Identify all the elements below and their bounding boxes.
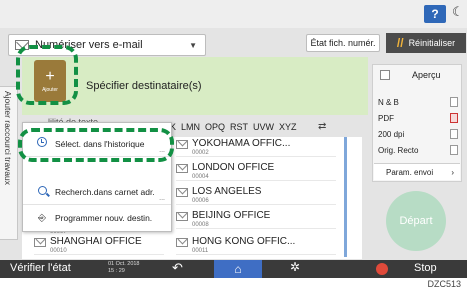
shortcut-side-tab-label: Ajouter raccourci travaux: [3, 91, 13, 186]
setting-format-label: PDF: [378, 113, 394, 123]
entry-number: 00004: [192, 174, 209, 180]
entry-name: YOKOHAMA OFFIC...: [192, 138, 291, 149]
date-text: 01 Oct. 2018: [108, 261, 140, 267]
setting-color-label: N & B: [378, 97, 399, 107]
clock-display: 01 Oct. 2018 15 : 29: [108, 261, 140, 275]
back-icon[interactable]: ↶: [172, 260, 183, 276]
start-button[interactable]: Départ: [386, 191, 446, 251]
chevron-down-icon: ▼: [189, 41, 197, 50]
sort-icon[interactable]: ⇄: [318, 121, 326, 132]
reset-button[interactable]: // Réinitialiser: [386, 33, 466, 53]
check-status-button[interactable]: Vérifier l'état: [10, 262, 71, 274]
help-button[interactable]: ?: [424, 5, 446, 23]
mail-icon: [176, 140, 188, 149]
highlight-history-item: [18, 128, 174, 162]
entry-number: 00011: [192, 248, 209, 254]
mail-icon: [176, 188, 188, 197]
highlight-add-button: [16, 45, 78, 105]
entry-number: 00010: [50, 248, 67, 254]
time-text: 15 : 29: [108, 268, 125, 274]
address-entry[interactable]: SHANGHAI OFFICE 00010: [34, 235, 164, 255]
menu-program-new-destination-label: Programmer nouv. destin.: [55, 213, 153, 223]
entry-number: 00002: [192, 150, 209, 156]
address-entry[interactable]: HONG KONG OFFIC... 00011: [176, 235, 336, 255]
scanner-screen: ? ☾ Numériser vers e-mail ▼ État fich. n…: [0, 0, 467, 278]
alpha-tab-rst[interactable]: RST: [230, 122, 248, 132]
address-entry[interactable]: LOS ANGELES 00006: [176, 185, 336, 205]
figure-code: DZC513: [427, 279, 461, 289]
mail-icon: [176, 212, 188, 221]
alpha-tab-lmn[interactable]: LMN: [181, 122, 200, 132]
mail-icon: [176, 164, 188, 173]
entry-number: 00006: [192, 198, 209, 204]
alpha-tab-opq[interactable]: OPQ: [205, 122, 225, 132]
entry-name: SHANGHAI OFFICE: [50, 236, 142, 247]
shortcut-side-tab[interactable]: Ajouter raccourci travaux: [0, 86, 18, 240]
home-button[interactable]: ⌂: [214, 260, 262, 278]
scan-status-button[interactable]: État fich. numér.: [306, 34, 380, 52]
mail-icon: [176, 238, 188, 247]
entry-name: LONDON OFFICE: [192, 162, 275, 173]
reset-icon: //: [396, 36, 404, 50]
address-entry[interactable]: BEIJING OFFICE 00008: [176, 209, 336, 229]
entry-name: LOS ANGELES: [192, 186, 262, 197]
alpha-tab-xyz[interactable]: XYZ: [279, 122, 297, 132]
send-settings-label: Param. envoi: [386, 167, 434, 177]
setting-resolution[interactable]: 200 dpi: [378, 126, 458, 142]
top-bar: [0, 0, 467, 28]
magnifier-icon: [35, 185, 49, 198]
stop-button[interactable]: Stop: [414, 262, 437, 274]
original-side-icon: [450, 145, 458, 155]
gear-icon[interactable]: ✲: [290, 260, 300, 274]
color-mode-icon: [450, 97, 458, 107]
list-scrollbar[interactable]: [344, 137, 347, 257]
setting-color[interactable]: N & B: [378, 94, 458, 110]
send-settings-button[interactable]: Param. envoi ›: [374, 163, 460, 180]
menu-program-new-destination[interactable]: ⎆ Programmer nouv. destin.: [23, 205, 171, 231]
edit-icon: ⎆: [38, 212, 46, 224]
menu-search-address-book[interactable]: Recherch.dans carnet adr. ...: [23, 179, 171, 205]
chevron-right-icon: ›: [451, 167, 454, 177]
preview-label: Aperçu: [412, 70, 441, 80]
menu-search-address-book-label: Recherch.dans carnet adr.: [55, 186, 155, 197]
entry-number: 00008: [192, 222, 209, 228]
setting-resolution-label: 200 dpi: [378, 129, 405, 139]
alphabet-index: K LMN OPQ RST UVW XYZ: [170, 117, 338, 137]
moon-icon[interactable]: ☾: [452, 4, 464, 20]
preview-toggle[interactable]: Aperçu: [374, 64, 462, 86]
bottom-bar: Vérifier l'état 01 Oct. 2018 15 : 29 ↶ ⌂…: [0, 260, 467, 278]
address-entry[interactable]: YOKOHAMA OFFIC... 00002: [176, 137, 336, 157]
more-icon: ...: [159, 195, 165, 202]
reset-label: Réinitialiser: [408, 38, 456, 48]
mail-icon: [34, 238, 46, 247]
address-entry[interactable]: LONDON OFFICE 00004: [176, 161, 336, 181]
setting-original-label: Orig. Recto: [378, 145, 419, 155]
preview-checkbox[interactable]: [380, 70, 390, 80]
specify-destination-label: Spécifier destinataire(s): [86, 80, 202, 92]
pdf-icon: [450, 113, 458, 123]
setting-format[interactable]: PDF: [378, 110, 458, 126]
stop-icon[interactable]: [376, 263, 388, 275]
setting-original[interactable]: Orig. Recto: [378, 142, 458, 158]
home-icon: ⌂: [234, 262, 242, 276]
resolution-icon: [450, 129, 458, 139]
entry-name: HONG KONG OFFIC...: [192, 236, 296, 247]
alpha-tab-uvw[interactable]: UVW: [253, 122, 274, 132]
entry-name: BEIJING OFFICE: [192, 210, 271, 221]
